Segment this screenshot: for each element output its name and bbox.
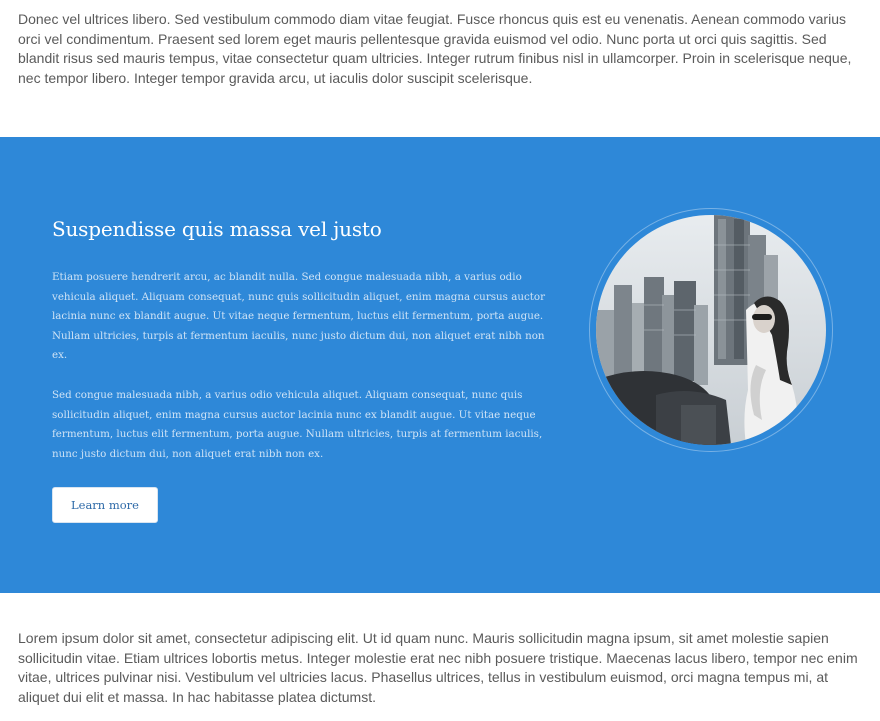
- feature-paragraph-1: Etiam posuere hendrerit arcu, ac blandit…: [52, 271, 546, 361]
- feature-photo: [596, 215, 826, 445]
- learn-more-button[interactable]: Learn more: [52, 487, 158, 523]
- outro-paragraph: Lorem ipsum dolor sit amet, consectetur …: [18, 630, 858, 705]
- intro-paragraph: Donec vel ultrices libero. Sed vestibulu…: [18, 11, 852, 86]
- city-woman-image: [596, 215, 826, 445]
- feature-paragraph-2: Sed congue malesuada nibh, a varius odio…: [52, 389, 543, 460]
- feature-section: Suspendisse quis massa vel justo Etiam p…: [0, 137, 880, 593]
- feature-title: Suspendisse quis massa vel justo: [52, 217, 382, 241]
